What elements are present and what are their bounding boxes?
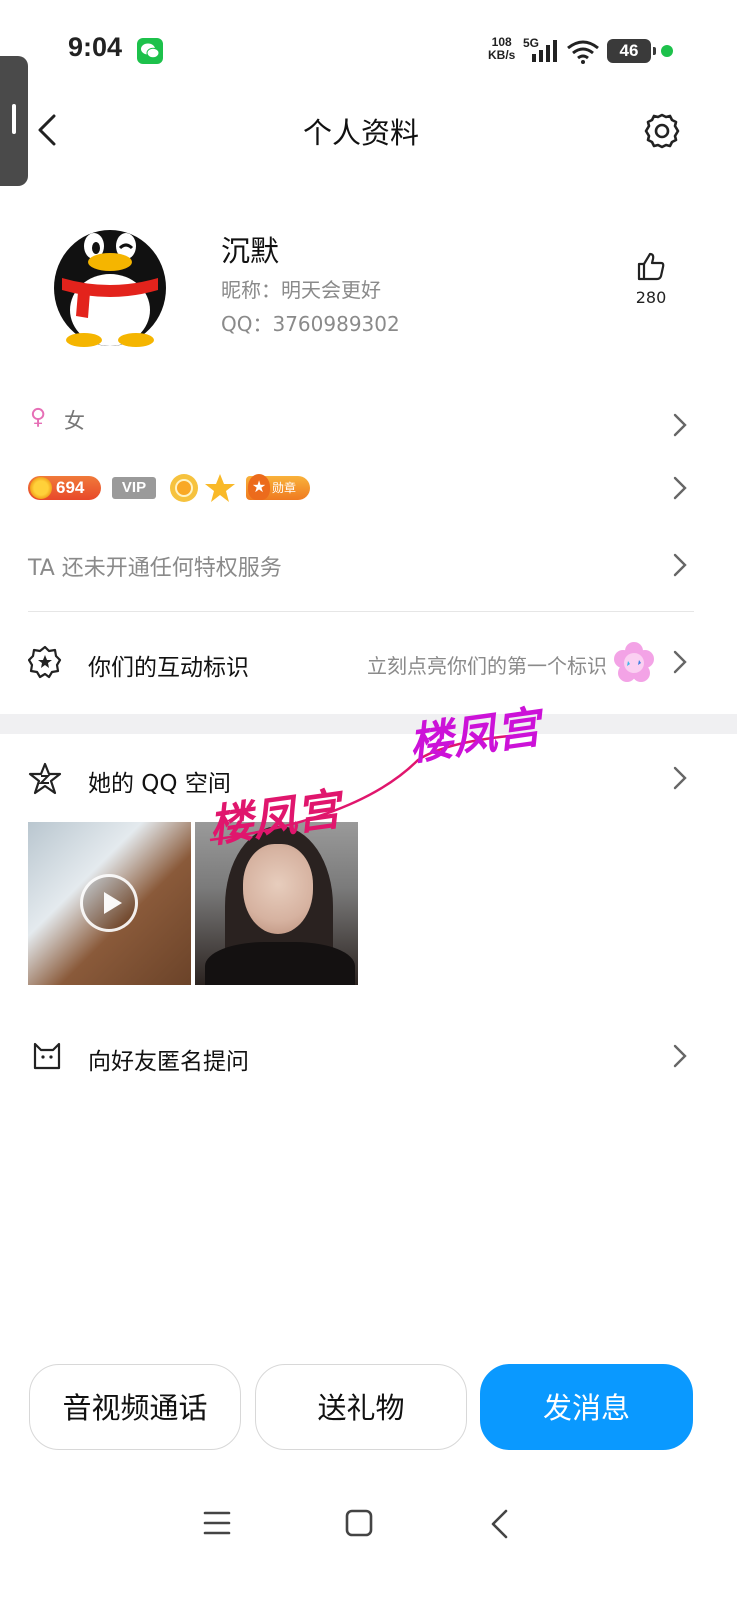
- chevron-right-icon: [673, 476, 687, 500]
- gender-row[interactable]: ♀ 女: [0, 395, 722, 455]
- chevron-right-icon: [673, 553, 687, 577]
- signal-bars-icon: [532, 40, 557, 62]
- badges-row[interactable]: [0, 462, 722, 514]
- nickname: 昵称：明天会更好: [221, 278, 381, 302]
- sun-level-icon: [170, 474, 198, 502]
- display-name: 沉默: [221, 234, 280, 268]
- chevron-right-icon: [673, 650, 687, 674]
- interaction-hint: 立刻点亮你们的第一个标识: [367, 654, 607, 678]
- chevron-right-icon: [673, 413, 687, 437]
- status-time: 9:04: [68, 32, 123, 62]
- thumbs-up-icon: [637, 252, 665, 281]
- star-level-icon: [205, 474, 235, 502]
- net-speed-unit: KB/s: [488, 48, 516, 62]
- system-back-icon[interactable]: [488, 1508, 512, 1540]
- gear-icon[interactable]: [643, 112, 681, 150]
- video-call-button[interactable]: 音视频通话: [29, 1364, 241, 1450]
- cat-question-icon: [33, 1042, 61, 1070]
- wechat-notification-icon: [137, 38, 163, 64]
- wifi-icon: [567, 40, 599, 64]
- home-icon[interactable]: [344, 1508, 374, 1538]
- flower-badge-icon: [614, 642, 654, 682]
- send-message-button[interactable]: 发消息: [480, 1364, 693, 1450]
- battery-indicator: 46: [607, 39, 656, 63]
- level-badge: 694: [28, 476, 101, 500]
- medal-badge: 勋章: [246, 474, 310, 500]
- like-button[interactable]: 280: [626, 250, 676, 307]
- photo-face: [243, 844, 313, 934]
- privacy-indicator-dot: [661, 45, 673, 57]
- interaction-badge-icon: [28, 645, 62, 679]
- female-icon: ♀: [30, 405, 47, 430]
- interaction-label: 你们的互动标识: [88, 655, 249, 681]
- ask-label: 向好友匿名提问: [88, 1049, 249, 1075]
- qzone-video-thumbnail[interactable]: [28, 822, 191, 985]
- net-speed: 108 KB/s: [488, 36, 515, 62]
- menu-icon[interactable]: [203, 1510, 231, 1536]
- chevron-right-icon: [673, 766, 687, 790]
- play-icon: [80, 874, 138, 932]
- avatar[interactable]: [48, 210, 172, 350]
- like-count: 280: [635, 288, 667, 307]
- qq-number: QQ：3760989302: [221, 312, 400, 336]
- page-title: 个人资料: [302, 116, 419, 150]
- qzone-star-icon: [28, 762, 62, 795]
- photo-shirt: [205, 942, 355, 985]
- divider: [28, 611, 694, 612]
- vip-badge: VIP: [112, 477, 156, 499]
- send-gift-button[interactable]: 送礼物: [255, 1364, 467, 1450]
- privilege-text: TA 还未开通任何特权服务: [28, 556, 282, 581]
- gender-label: 女: [64, 409, 85, 433]
- chevron-right-icon: [673, 1044, 687, 1068]
- status-bar: 9:04 108 KB/s 5G 46: [0, 0, 737, 100]
